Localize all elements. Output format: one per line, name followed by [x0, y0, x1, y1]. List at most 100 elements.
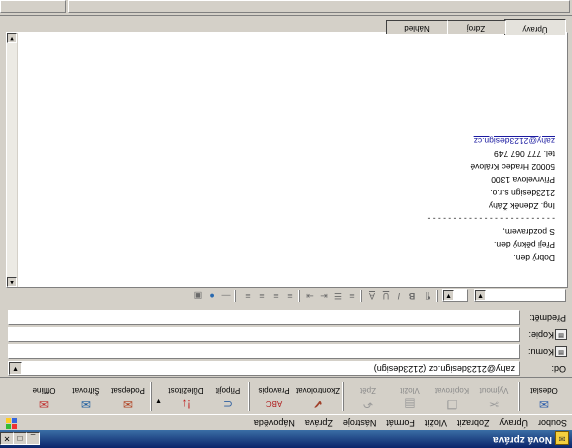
subject-label: Předmět: — [529, 313, 566, 323]
priority-dropdown-icon[interactable]: ▼ — [155, 397, 162, 404]
increase-indent-icon[interactable]: ⇥ — [304, 290, 316, 302]
paste-button[interactable]: ▤ Vložit — [390, 380, 430, 413]
new-message-icon: ✉ — [555, 431, 569, 445]
priority-label: Důležitost — [168, 386, 204, 395]
align-left-icon[interactable]: ≡ — [284, 290, 296, 302]
view-tabs: Úpravy Zdroj Náhled — [0, 18, 572, 35]
close-button[interactable]: ✕ — [0, 432, 14, 445]
decrease-indent-icon[interactable]: ⇤ — [318, 290, 330, 302]
cc-field[interactable] — [8, 327, 520, 342]
check-names-label: Zkontrolovat — [295, 386, 340, 395]
encrypt-icon: ✉ — [80, 397, 92, 411]
address-book-icon[interactable]: ▤ — [555, 346, 567, 357]
paragraph-style-icon[interactable]: ¶ — [422, 290, 434, 302]
window-title: Nová zpráva — [493, 434, 552, 445]
font-color-button[interactable]: A — [366, 290, 378, 302]
insert-link-icon[interactable]: ● — [206, 290, 218, 302]
message-editor[interactable]: Dobrý den. Přeji pěkný den. S pozdravem,… — [6, 32, 568, 288]
body-line: Dobrý den. — [513, 253, 555, 263]
tab-edit[interactable]: Úpravy — [504, 19, 566, 35]
address-book-icon[interactable]: ▤ — [555, 329, 567, 340]
encrypt-label: Šifrovat — [72, 386, 100, 395]
sign-button[interactable]: ✉ Podepsat — [108, 380, 148, 413]
status-panel — [0, 0, 66, 13]
cc-label[interactable]: Kopie: — [528, 330, 554, 340]
italic-button[interactable]: I — [393, 290, 405, 302]
encrypt-button[interactable]: ✉ Šifrovat — [66, 380, 106, 413]
sign-label: Podepsat — [111, 386, 145, 395]
menu-bar: SouborÚpravyZobrazitVložitFormátNástroje… — [0, 416, 572, 430]
paste-label: Vložit — [400, 386, 420, 395]
windows-flag-icon — [6, 418, 17, 429]
minimize-button[interactable]: _ — [26, 432, 40, 445]
to-label[interactable]: Komu: — [528, 347, 554, 357]
send-icon: ✉ — [538, 397, 550, 411]
underline-button[interactable]: U — [380, 290, 392, 302]
sign-icon: ✉ — [122, 397, 134, 411]
menu-insert[interactable]: Vložit — [420, 418, 452, 430]
justify-icon[interactable]: ≡ — [242, 290, 254, 302]
spelling-button[interactable]: ABC Pravopis — [254, 380, 294, 413]
scissors-icon: ✂ — [488, 397, 500, 411]
cut-label: Vyjmout — [479, 386, 509, 395]
menu-view[interactable]: Zobrazit — [452, 418, 495, 430]
maximize-button[interactable]: □ — [13, 432, 27, 445]
check-names-button[interactable]: ✔ Zkontrolovat — [296, 380, 340, 413]
align-right-icon[interactable]: ≡ — [256, 290, 268, 302]
scroll-down-icon[interactable]: ▼ — [7, 33, 17, 43]
bold-button[interactable]: B — [406, 290, 418, 302]
spelling-label: Pravopis — [258, 386, 290, 395]
signature-email-link[interactable]: zahy@2123design.cz — [428, 134, 555, 147]
priority-button[interactable]: !↓ Důležitost — [164, 380, 208, 413]
subject-field[interactable] — [8, 310, 520, 325]
from-value: zahy@2123design.cz (2123design) — [373, 364, 515, 374]
chevron-down-icon[interactable]: ▼ — [443, 290, 454, 301]
offline-button[interactable]: ✉ Offline — [24, 380, 64, 413]
align-center-icon[interactable]: ≡ — [270, 290, 282, 302]
horizontal-line-icon[interactable]: — — [220, 290, 232, 302]
chevron-down-icon[interactable]: ▼ — [475, 290, 486, 301]
message-body[interactable]: Dobrý den. Přeji pěkný den. S pozdravem,… — [428, 134, 555, 264]
menu-message[interactable]: Zpráva — [300, 418, 338, 430]
menu-tools[interactable]: Nástroje — [338, 418, 382, 430]
body-line: Přeji pěkný den. — [494, 240, 555, 250]
chevron-down-icon[interactable]: ▼ — [9, 362, 22, 375]
tab-source[interactable]: Zdroj — [446, 20, 506, 34]
body-line: tel. 777 067 749 — [494, 149, 555, 159]
menu-help[interactable]: Nápověda — [249, 418, 300, 430]
body-line: S pozdravem, — [502, 227, 555, 237]
main-toolbar: ✉ Odeslat ✂ Vyjmout ❐ Kopírovat ▤ Vložit… — [0, 377, 572, 415]
undo-icon: ↶ — [362, 397, 374, 411]
menu-format[interactable]: Formát — [381, 418, 420, 430]
body-line: - - - - - - - - - - - - - - - - - - - - … — [427, 214, 555, 224]
undo-label: Zpět — [360, 386, 377, 395]
cut-button[interactable]: ✂ Vyjmout — [474, 380, 514, 413]
attach-label: Připojit — [215, 386, 241, 395]
copy-icon: ❐ — [446, 397, 458, 411]
body-line: Ing. Zdeněk Žáhy — [488, 201, 555, 211]
cc-row: ▤ Kopie: — [0, 327, 572, 342]
send-button[interactable]: ✉ Odeslat — [524, 380, 564, 413]
menu-edit[interactable]: Úpravy — [494, 418, 533, 430]
spelling-icon: ABC — [265, 399, 283, 408]
compose-window: ✉ Nová zpráva _ □ ✕ SouborÚpravyZobrazit… — [0, 0, 572, 448]
bullet-list-icon[interactable]: ☰ — [332, 290, 344, 302]
from-select[interactable]: zahy@2123design.cz (2123design) ▼ — [8, 361, 520, 376]
insert-picture-icon[interactable]: ▣ — [192, 290, 204, 302]
from-row: Od: zahy@2123design.cz (2123design) ▼ — [0, 361, 572, 376]
offline-icon: ✉ — [38, 397, 50, 411]
status-panel — [68, 0, 570, 13]
attach-button[interactable]: ⊂ Připojit — [210, 380, 246, 413]
scroll-up-icon[interactable]: ▲ — [7, 277, 17, 287]
menu-file[interactable]: Soubor — [533, 418, 572, 430]
numbered-list-icon[interactable]: ≡ — [346, 290, 358, 302]
vertical-scrollbar[interactable]: ▲ ▼ — [7, 33, 18, 287]
tab-preview[interactable]: Náhled — [386, 20, 448, 34]
font-select[interactable]: ▼ — [474, 289, 566, 302]
body-line: 50002 Hradec Králové — [470, 162, 555, 172]
check-names-icon: ✔ — [312, 397, 324, 411]
undo-button[interactable]: ↶ Zpět — [348, 380, 388, 413]
to-field[interactable] — [8, 344, 520, 359]
font-size-select[interactable]: ▼ — [442, 289, 468, 302]
copy-button[interactable]: ❐ Kopírovat — [432, 380, 472, 413]
